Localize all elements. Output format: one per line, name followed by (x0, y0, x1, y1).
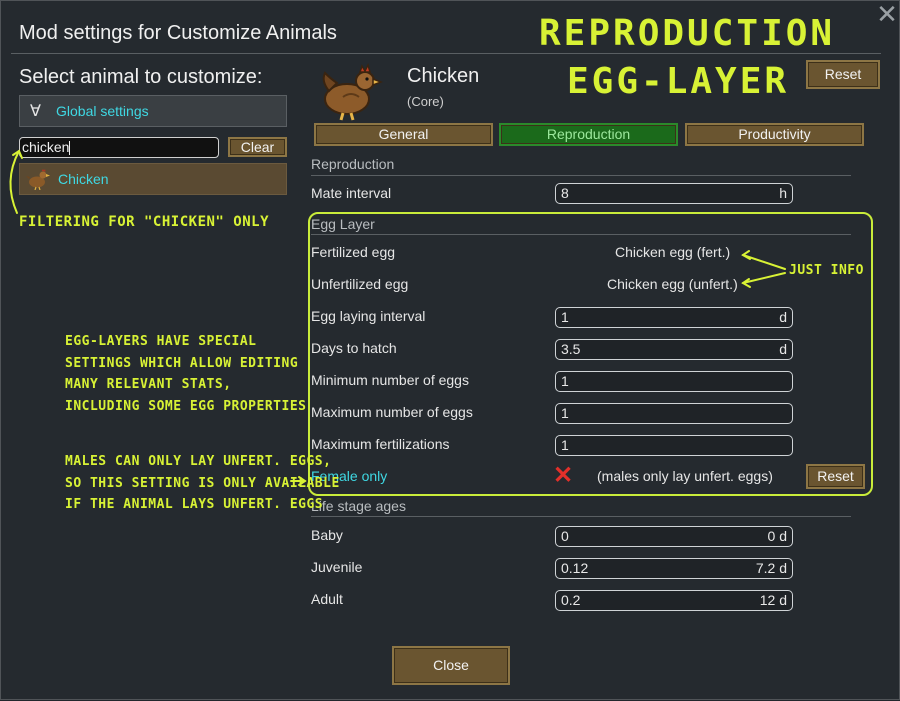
annotation-egg-note-line: including some egg properties (65, 398, 307, 414)
annotation-egg-note-line: Egg-layers have special (65, 334, 257, 349)
annotation-males-note-line: Males can only lay unfert. eggs, (65, 454, 332, 469)
annotation-males-note: Males can only lay unfert. eggs, so this… (65, 451, 340, 516)
info-arrowhead-1 (741, 250, 751, 260)
annotation-males-note-line: so this setting is only available (65, 475, 340, 491)
info-arrow-2 (742, 272, 786, 284)
annotation-egg-note: Egg-layers have special settings which a… (65, 331, 306, 417)
mod-settings-window: Mod settings for Customize Animals ✕ Sel… (0, 0, 900, 700)
filter-arrow (9, 150, 20, 214)
info-arrow-1 (742, 254, 786, 270)
annotation-just-info: Just info (789, 263, 864, 278)
annotation-males-note-line: if the animal lays unfert. eggs (65, 497, 324, 512)
annotation-egg-note-line: many relevant stats, (65, 377, 232, 392)
annotation-filter-note: Filtering for "chicken" only (19, 214, 270, 230)
annotation-egg-note-line: settings which allow editing (65, 355, 299, 371)
